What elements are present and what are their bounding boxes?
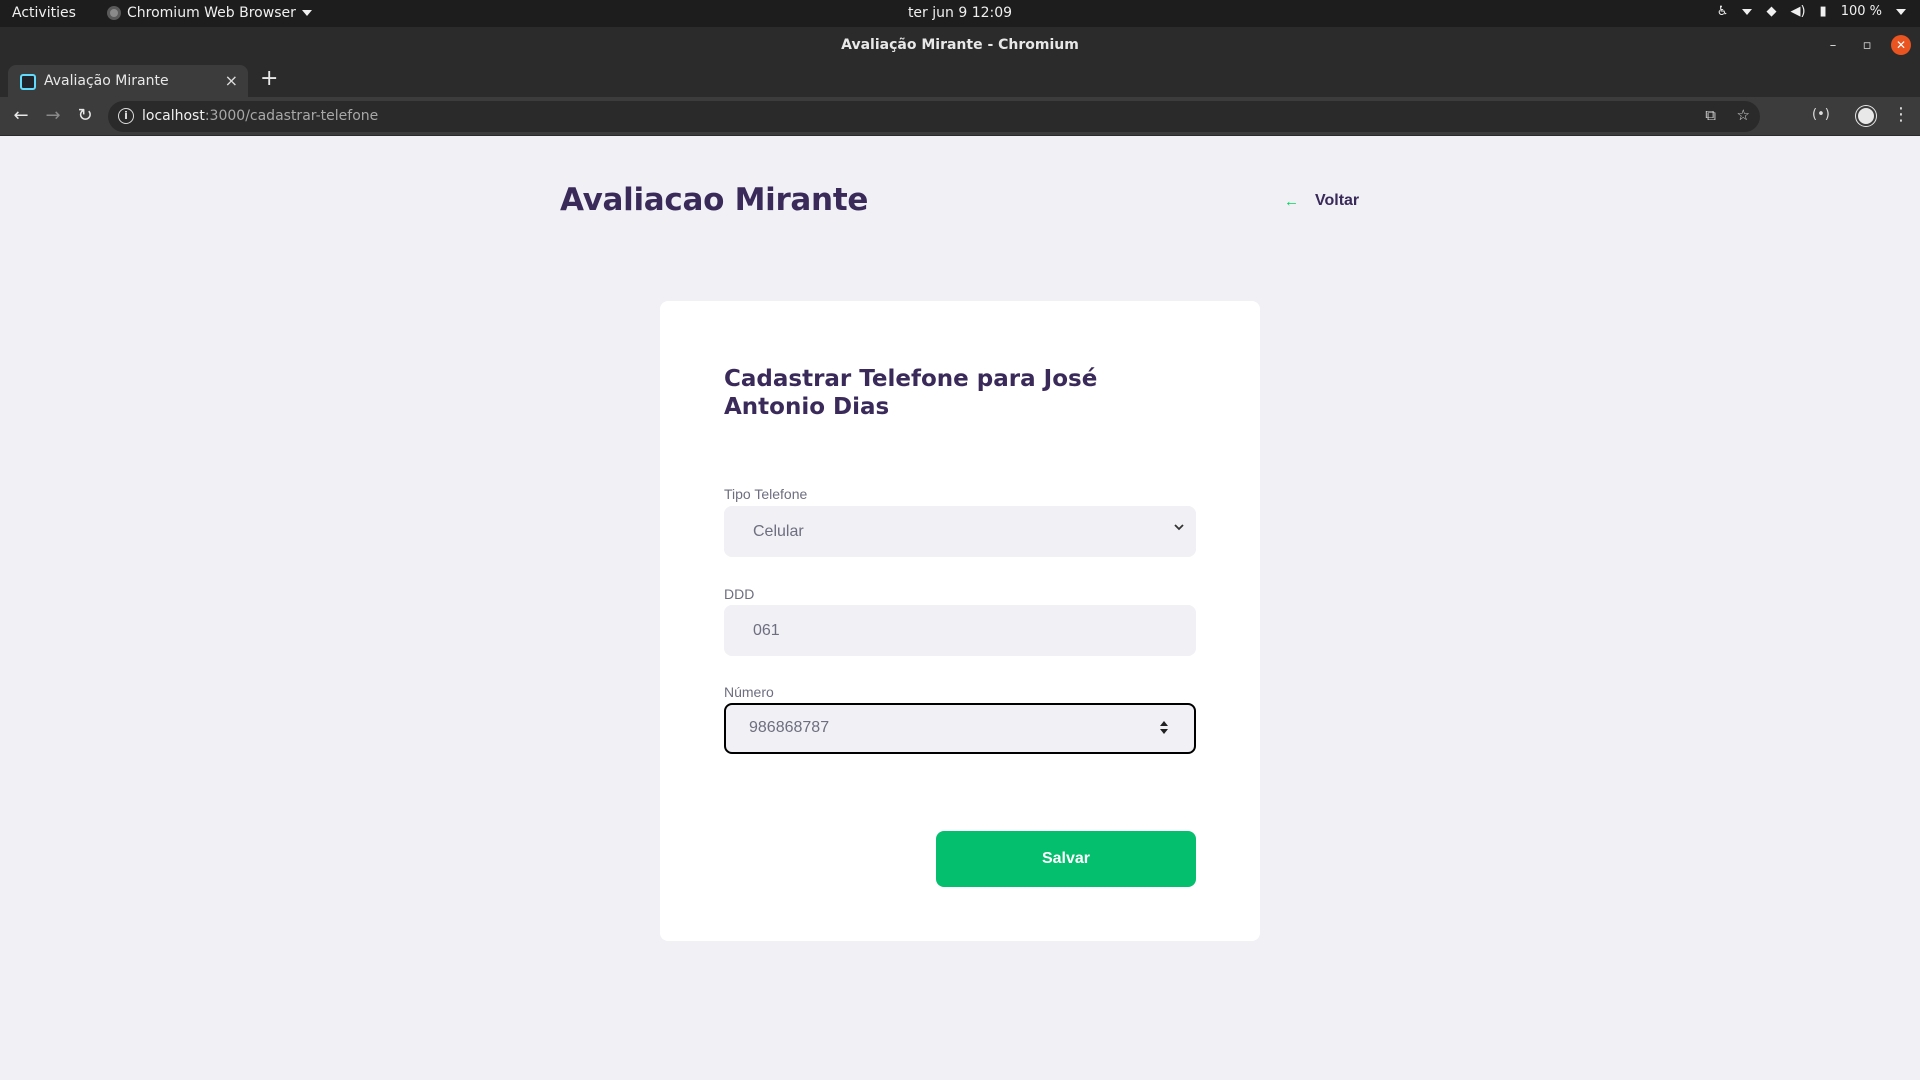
bookmark-star-icon[interactable]: ☆ bbox=[1737, 106, 1750, 124]
address-bar[interactable]: i localhost:3000/cadastrar-telefone ⧉ ☆ bbox=[108, 101, 1760, 132]
info-icon[interactable]: i bbox=[118, 108, 134, 124]
battery-level: 100 % bbox=[1840, 4, 1882, 19]
back-arrow-icon[interactable]: ← bbox=[10, 105, 32, 126]
ddd-input[interactable]: 061 bbox=[724, 605, 1196, 656]
arrow-left-icon: ← bbox=[1284, 192, 1299, 210]
close-window-icon[interactable]: ✕ bbox=[1891, 35, 1911, 55]
activities-button[interactable]: Activities bbox=[12, 5, 76, 21]
url-text[interactable]: localhost:3000/cadastrar-telefone bbox=[142, 108, 378, 124]
form-heading: Cadastrar Telefone para José Antonio Dia… bbox=[724, 366, 1098, 420]
numero-label: Número bbox=[724, 684, 774, 700]
url-host: localhost bbox=[142, 108, 205, 124]
chevron-down-icon bbox=[1174, 524, 1184, 531]
window-title-bar: Avaliação Mirante - Chromium – ▫ ✕ bbox=[0, 27, 1920, 63]
ddd-label: DDD bbox=[724, 586, 755, 602]
minimize-icon[interactable]: – bbox=[1823, 35, 1843, 55]
react-favicon-icon bbox=[20, 74, 36, 90]
chevron-down-icon bbox=[1896, 8, 1906, 15]
phone-form-card: Cadastrar Telefone para José Antonio Dia… bbox=[660, 301, 1260, 941]
new-tab-button[interactable]: + bbox=[260, 66, 278, 91]
tipo-telefone-value: Celular bbox=[753, 523, 804, 540]
chromium-icon bbox=[107, 6, 121, 20]
page-viewport: Avaliacao Mirante ← Voltar Cadastrar Tel… bbox=[0, 136, 1920, 1080]
ddd-value: 061 bbox=[753, 622, 780, 639]
wifi-icon: ◆ bbox=[1766, 4, 1777, 19]
tab-avaliacao-mirante[interactable]: Avaliação Mirante × bbox=[8, 65, 248, 97]
cast-icon[interactable]: (•) bbox=[1812, 107, 1830, 122]
tab-strip: Avaliação Mirante × + bbox=[0, 63, 1920, 97]
number-spinner[interactable] bbox=[1160, 721, 1168, 734]
chevron-down-icon bbox=[301, 10, 312, 16]
profile-avatar-icon[interactable] bbox=[1856, 106, 1876, 131]
restore-icon[interactable]: ▫ bbox=[1857, 35, 1877, 55]
system-top-bar: Activities Chromium Web Browser ter jun … bbox=[0, 0, 1920, 27]
page-title: Avaliacao Mirante bbox=[560, 182, 869, 218]
numero-value: 986868787 bbox=[749, 719, 830, 736]
accessibility-icon[interactable]: ♿ bbox=[1717, 4, 1729, 19]
menu-kebab-icon[interactable]: ⋮ bbox=[1892, 104, 1910, 125]
translate-icon[interactable]: ⧉ bbox=[1705, 106, 1716, 124]
battery-icon: ▮ bbox=[1819, 4, 1827, 19]
url-path: :3000/cadastrar-telefone bbox=[204, 108, 379, 124]
window-title: Avaliação Mirante - Chromium bbox=[841, 37, 1079, 53]
browser-toolbar: ← → ↻ i localhost:3000/cadastrar-telefon… bbox=[0, 97, 1920, 136]
back-link[interactable]: ← Voltar bbox=[1284, 192, 1359, 210]
system-tray[interactable]: ♿ ◆ ◀) ▮ 100 % bbox=[1717, 4, 1906, 19]
clock[interactable]: ter jun 9 12:09 bbox=[908, 5, 1012, 21]
increment-icon[interactable] bbox=[1160, 721, 1168, 726]
decrement-icon[interactable] bbox=[1160, 729, 1168, 734]
reload-icon[interactable]: ↻ bbox=[74, 105, 96, 126]
volume-icon: ◀) bbox=[1790, 4, 1806, 19]
tab-label: Avaliação Mirante bbox=[44, 73, 169, 89]
tipo-telefone-label: Tipo Telefone bbox=[724, 486, 808, 502]
tipo-telefone-select[interactable]: Celular bbox=[724, 506, 1196, 557]
close-tab-icon[interactable]: × bbox=[225, 71, 238, 90]
chevron-down-icon bbox=[1742, 8, 1753, 15]
app-menu[interactable]: Chromium Web Browser bbox=[107, 5, 312, 21]
app-menu-label: Chromium Web Browser bbox=[127, 5, 296, 21]
save-button[interactable]: Salvar bbox=[936, 831, 1196, 887]
forward-arrow-icon[interactable]: → bbox=[42, 105, 64, 126]
numero-input[interactable]: 986868787 bbox=[724, 703, 1196, 754]
back-label: Voltar bbox=[1315, 192, 1360, 209]
